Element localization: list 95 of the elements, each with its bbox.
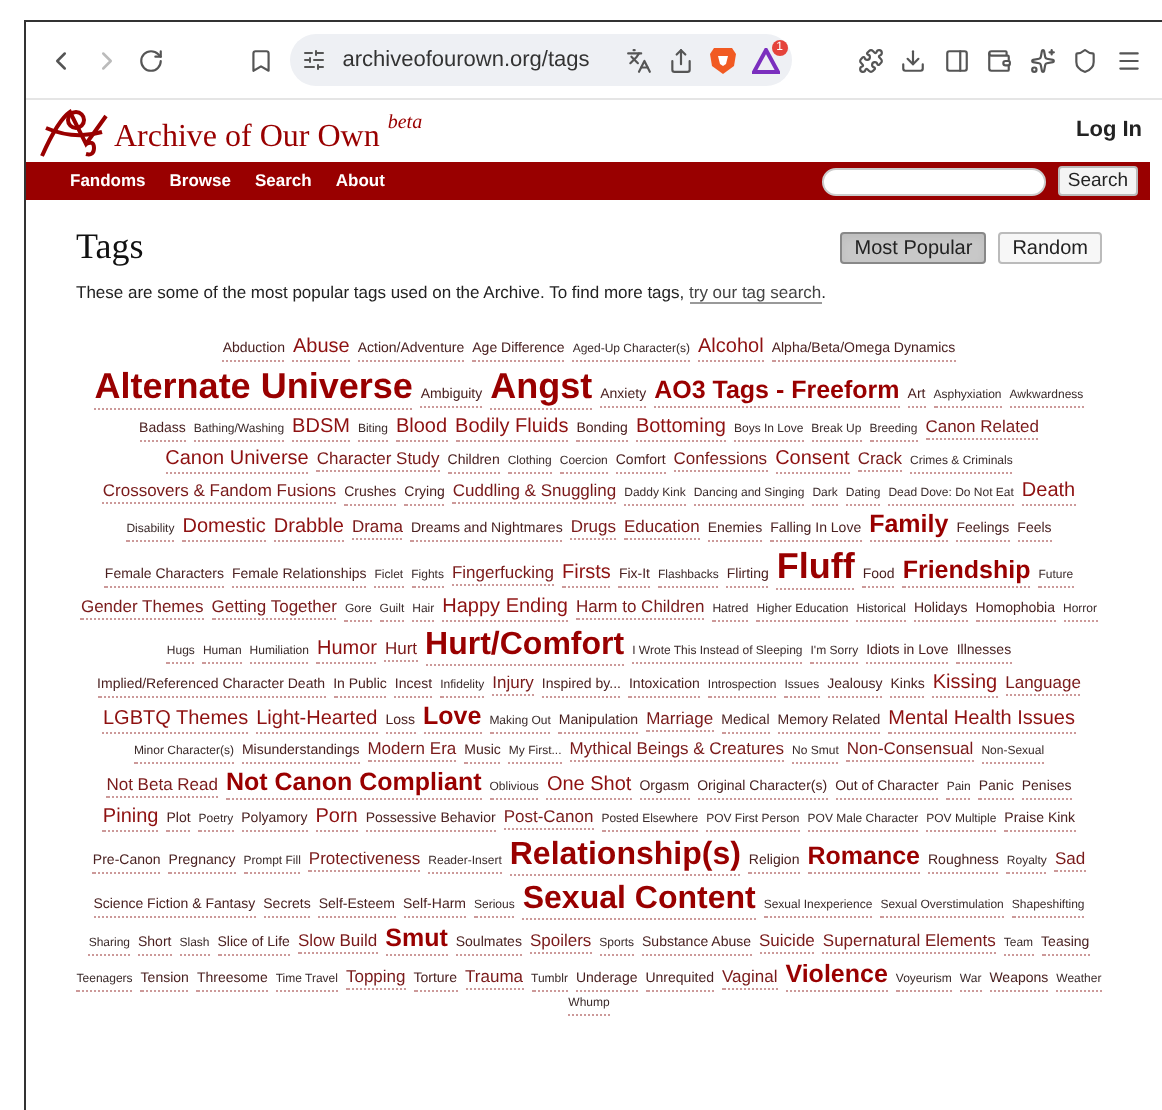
reload-icon[interactable] (138, 44, 165, 76)
tag-link[interactable]: Crossovers & Fandom Fusions (102, 479, 337, 504)
triangle-icon[interactable] (751, 47, 780, 73)
tag-link[interactable]: Blood (395, 413, 448, 442)
tag-link[interactable]: Fluff (776, 545, 855, 590)
tag-link[interactable]: Vaginal (721, 965, 778, 990)
tag-link[interactable]: Drugs (570, 515, 617, 540)
lion-shield-icon[interactable] (709, 46, 736, 74)
tag-link[interactable]: Bottoming (635, 413, 726, 442)
bookmark-icon[interactable] (247, 44, 275, 76)
page-title: Tags (76, 224, 144, 270)
tag-link[interactable]: Getting Together (211, 595, 337, 620)
tag-link[interactable]: Mental Health Issues (888, 705, 1075, 734)
tag-link[interactable]: Pining (102, 803, 159, 832)
tag-link[interactable]: Alcohol (698, 333, 764, 362)
tag-link[interactable]: Crack (857, 447, 903, 472)
tag-link[interactable]: Angst (490, 365, 593, 410)
tag-link[interactable]: Friendship (902, 555, 1031, 588)
site-title[interactable]: Archive of Our Own (114, 115, 380, 159)
tag-link[interactable]: Drabble (273, 513, 344, 542)
sort-button[interactable]: Most Popular (840, 231, 987, 263)
tag-link[interactable]: Love (423, 701, 482, 734)
tag-link[interactable]: Confessions (673, 447, 768, 472)
share-icon[interactable] (667, 47, 694, 73)
tag-link[interactable]: Marriage (646, 707, 714, 732)
tag-link[interactable]: Sad (1054, 847, 1086, 872)
tag-link[interactable]: Not Canon Compliant (225, 767, 482, 800)
tag-link[interactable]: Gender Themes (80, 595, 204, 620)
tag-link[interactable]: Mythical Beings & Creatures (569, 737, 785, 762)
tag-link[interactable]: Trauma (465, 965, 524, 990)
shield-icon[interactable] (1072, 44, 1100, 76)
wallet-icon[interactable] (986, 44, 1014, 76)
login-link[interactable]: Log In (1076, 114, 1142, 148)
tag-link[interactable]: Education (624, 515, 700, 540)
search-button[interactable]: Search (1057, 166, 1138, 196)
tag-link[interactable]: Relationship(s) (509, 835, 741, 876)
tag-link[interactable]: Canon Related (925, 415, 1039, 440)
tag-link[interactable]: Firsts (561, 559, 611, 588)
tag-link[interactable]: Suicide (759, 929, 815, 954)
nav-link[interactable]: About (335, 168, 385, 194)
tag-link[interactable]: Drama (351, 515, 403, 540)
tag-link[interactable]: One Shot (546, 771, 632, 800)
tag-link[interactable]: Non-Consensual (846, 737, 974, 762)
logo-drawing[interactable] (38, 103, 110, 159)
tag-link[interactable]: Consent (775, 445, 850, 474)
tag-link[interactable]: Smut (385, 923, 448, 956)
tag-link[interactable]: Fingerfucking (451, 561, 554, 586)
search-field[interactable] (821, 167, 1046, 195)
tag-link[interactable]: Violence (785, 959, 888, 992)
nav-link[interactable]: Fandoms (70, 168, 146, 194)
puzzle-icon[interactable] (857, 44, 885, 76)
sort-button[interactable]: Random (998, 231, 1102, 263)
tag-link[interactable]: Bodily Fluids (455, 413, 569, 442)
tag-link[interactable]: Alternate Universe (94, 365, 413, 410)
tag-link[interactable]: BDSM (292, 413, 350, 442)
tag-link[interactable]: Porn (315, 803, 358, 832)
tag-link[interactable]: Supernatural Elements (822, 929, 996, 954)
tag-link[interactable]: Hurt (384, 637, 418, 662)
tag-link[interactable]: Death (1021, 477, 1076, 506)
tag-link[interactable]: Domestic (182, 513, 266, 542)
tag-link[interactable]: Harm to Children (575, 595, 705, 620)
url-text: archiveofourown.org/tags (342, 45, 592, 76)
download-icon[interactable] (900, 44, 928, 76)
tag-link[interactable]: Sexual Content (522, 879, 756, 920)
sparkle-icon[interactable] (1029, 44, 1057, 76)
tag-link[interactable]: Light-Hearted (256, 705, 378, 734)
intro-text: These are some of the most popular tags used on the Archive. To find more tags, try our tag search. (76, 280, 829, 306)
tag-link[interactable]: Injury (492, 671, 534, 696)
tag-link[interactable]: AO3 Tags - Freeform (654, 375, 900, 408)
nav-link[interactable]: Browse (169, 168, 231, 194)
tag-link[interactable]: LGBTQ Themes (102, 705, 249, 734)
tag-link[interactable]: Kissing (932, 669, 998, 698)
tag-link[interactable]: Happy Ending (442, 593, 568, 622)
tag-link[interactable]: Post-Canon (503, 805, 594, 830)
tag-link[interactable]: Protectiveness (308, 847, 421, 872)
tag-link[interactable]: Spoilers (529, 929, 592, 954)
tag-search-link[interactable]: try our tag search (689, 282, 822, 304)
tag-link[interactable]: Language (1005, 671, 1081, 696)
sidebar-icon[interactable] (943, 44, 971, 76)
tag-link[interactable]: Family (869, 509, 949, 542)
beta-label: beta (387, 109, 423, 137)
tag-link[interactable]: Slow Build (297, 929, 378, 954)
tag-link[interactable]: Humor (316, 635, 377, 664)
tag-link[interactable]: Abuse (292, 333, 350, 362)
tag-link[interactable]: Character Study (316, 447, 440, 472)
site-settings-icon[interactable] (302, 48, 327, 72)
tag-link[interactable]: Cuddling & Snuggling (452, 479, 617, 504)
tag-link[interactable]: Topping (345, 965, 406, 990)
tag-link[interactable]: Hurt/Comfort (425, 625, 625, 666)
tag-link[interactable]: Not Beta Read (106, 773, 218, 798)
tag-link[interactable]: Canon Universe (165, 445, 309, 474)
tag-link[interactable]: Modern Era (367, 737, 457, 762)
tag-link[interactable]: Romance (807, 841, 920, 874)
nav-link[interactable]: Search (255, 168, 312, 194)
translate-icon[interactable] (625, 47, 652, 73)
